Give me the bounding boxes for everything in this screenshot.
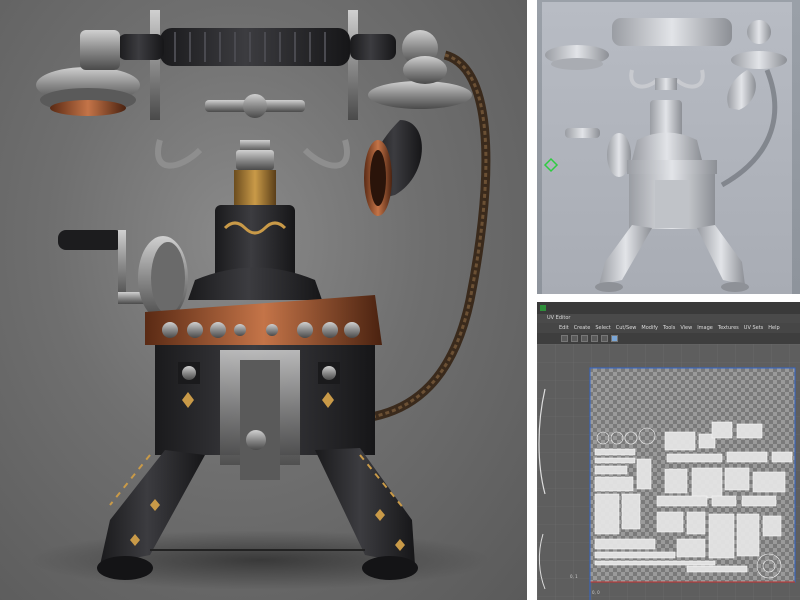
maya-app-icon: [540, 304, 546, 311]
scale-tool-icon[interactable]: [591, 335, 598, 342]
brass-collar: [234, 170, 276, 205]
checker-tool-icon[interactable]: [611, 335, 618, 342]
cradle-post-right: [348, 10, 358, 120]
floor-shadow: [30, 530, 490, 590]
menu-textures[interactable]: Textures: [718, 325, 739, 331]
uv-editor-title: UV Editor: [537, 314, 800, 323]
select-tool-icon[interactable]: [561, 335, 568, 342]
menu-uv-sets[interactable]: UV Sets: [744, 325, 764, 331]
viewport-panel: [537, 0, 800, 294]
menu-cut-sew[interactable]: Cut/Sew: [616, 325, 637, 331]
uv-coord-origin: 0, 0: [592, 590, 600, 595]
mouthpiece-right: [368, 81, 472, 109]
move-tool-icon[interactable]: [571, 335, 578, 342]
uv-coord-top-left: 0, 1: [570, 574, 578, 579]
rotate-tool-icon[interactable]: [581, 335, 588, 342]
menu-view[interactable]: View: [680, 325, 692, 331]
menu-help[interactable]: Help: [768, 325, 779, 331]
uv-editor-toolbar: [537, 333, 800, 344]
clay-handset: [612, 18, 732, 46]
clay-model-viewport: [543, 18, 787, 292]
handset-grip: [160, 28, 350, 66]
menu-create[interactable]: Create: [574, 325, 591, 331]
menu-edit[interactable]: Edit: [559, 325, 569, 331]
uv-canvas[interactable]: 0, 1 0, 0: [537, 344, 800, 600]
uv-editor-tabbar: [537, 302, 800, 314]
uv-shell-tool-icon[interactable]: [601, 335, 608, 342]
image-collage: UV Editor Edit Create Select Cut/Sew Mod…: [0, 0, 800, 600]
cradle-arm-left: [155, 139, 203, 169]
uv-layout: 0, 1 0, 0: [537, 344, 800, 600]
menu-image[interactable]: Image: [697, 325, 713, 331]
render-panel: [0, 0, 527, 600]
column-knob: [236, 150, 274, 170]
menu-tools[interactable]: Tools: [663, 325, 675, 331]
telephone-render: [30, 10, 491, 590]
uv-editor-menubar: Edit Create Select Cut/Sew Modify Tools …: [537, 323, 800, 333]
menu-select[interactable]: Select: [595, 325, 610, 331]
crank-handle: [58, 230, 123, 250]
uv-editor-panel: UV Editor Edit Create Select Cut/Sew Mod…: [537, 302, 800, 600]
manipulator-icon: [543, 157, 559, 173]
cradle-arm-right: [302, 139, 350, 169]
menu-modify[interactable]: Modify: [641, 325, 658, 331]
cradle-post-left: [150, 10, 160, 120]
